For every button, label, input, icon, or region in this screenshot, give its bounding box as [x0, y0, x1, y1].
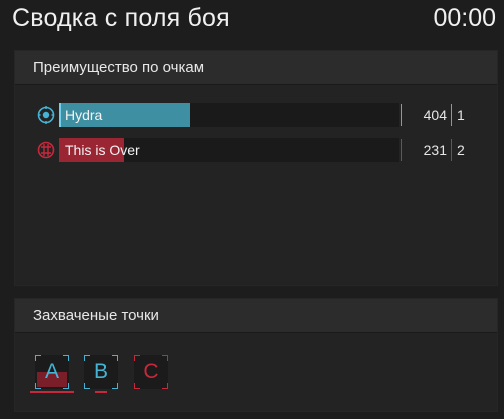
point-label: C: [143, 360, 159, 383]
team-row-this-is-over[interactable]: This is Over 231 2: [33, 138, 489, 162]
capture-point-a[interactable]: A: [30, 355, 74, 393]
team-name: Hydra: [65, 107, 103, 123]
over-emblem-icon: [35, 138, 57, 162]
divider: [451, 104, 452, 126]
capture-point-b[interactable]: B: [84, 355, 118, 393]
capture-point-c[interactable]: C: [134, 355, 168, 389]
team-name: This is Over: [65, 142, 140, 158]
capture-panel-title: Захваченые точки: [15, 299, 497, 333]
capture-underline: [30, 391, 74, 393]
score-advantage-panel: Преимущество по очкам Hydra 404 1 This i…: [14, 50, 498, 286]
team-score: 231: [423, 142, 447, 158]
team-rank: 1: [457, 107, 465, 123]
capture-underline: [95, 391, 107, 393]
page-title: Сводка с поля боя: [12, 4, 230, 32]
team-row-hydra[interactable]: Hydra 404 1: [33, 103, 489, 127]
score-panel-title: Преимущество по очкам: [15, 51, 497, 85]
team-rank: 2: [457, 142, 465, 158]
point-label: B: [93, 360, 108, 383]
score-track: [59, 103, 399, 127]
point-label: A: [44, 360, 59, 383]
match-timer: 00:00: [433, 4, 496, 32]
divider: [401, 104, 402, 126]
divider: [451, 139, 452, 161]
team-score: 404: [423, 107, 447, 123]
battle-summary-header: Сводка с поля боя 00:00: [0, 0, 504, 38]
divider: [401, 139, 402, 161]
hydra-emblem-icon: [35, 103, 57, 127]
